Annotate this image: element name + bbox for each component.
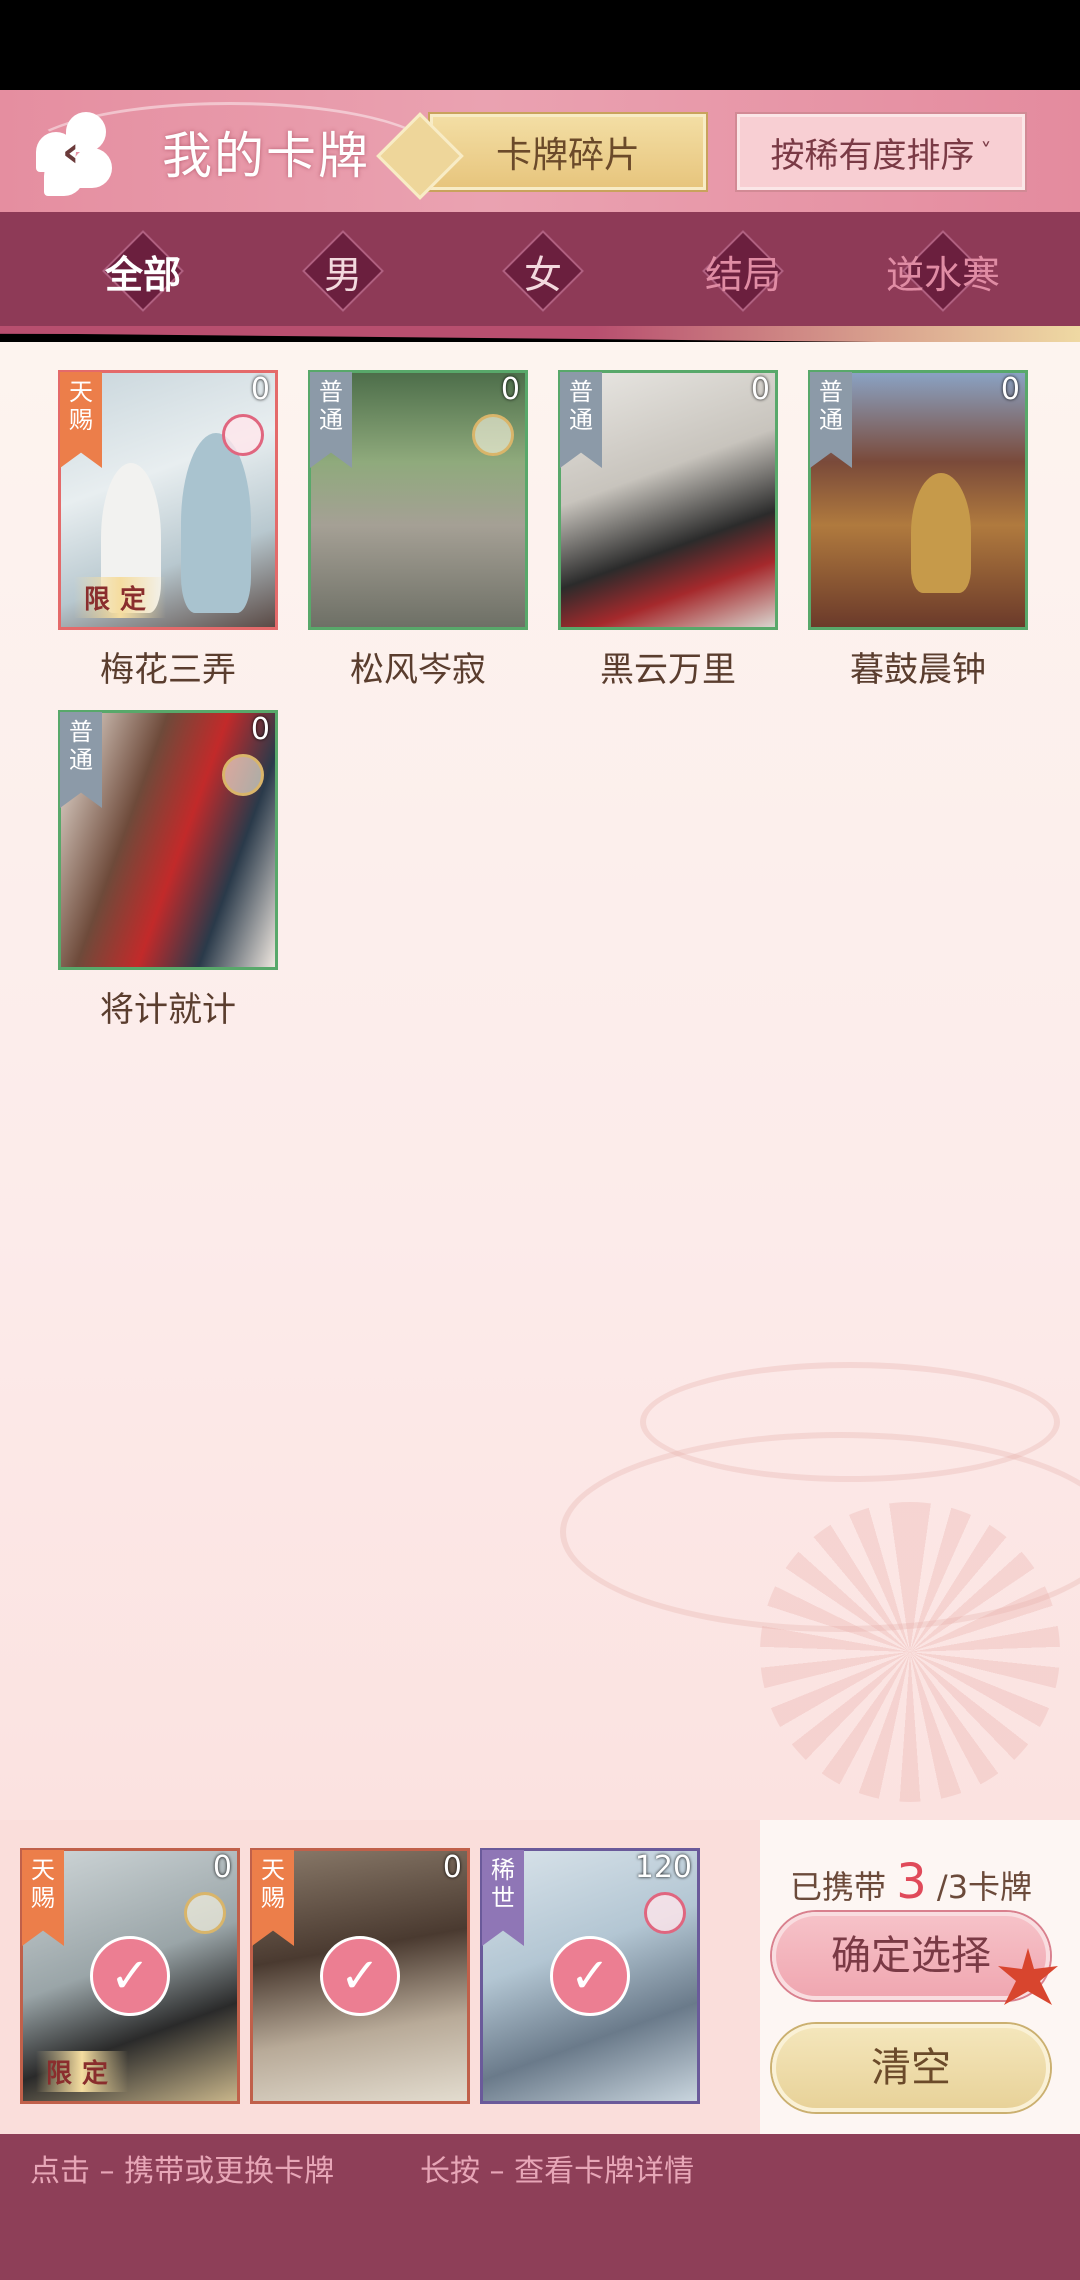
card-songfeng-cenji[interactable]: 普通 0 <box>308 370 528 630</box>
coin-emblem-icon <box>184 1892 226 1934</box>
figure <box>181 433 251 613</box>
filter-tab-male[interactable]: 男 <box>278 229 408 313</box>
chevron-down-icon: ˅ <box>980 139 992 165</box>
filter-tab-nishuihan[interactable]: 逆水寒 <box>878 229 1008 313</box>
card-count: 0 <box>500 372 520 407</box>
back-button[interactable]: ‹ <box>36 112 116 196</box>
card-count: 0 <box>212 1850 232 1885</box>
confirm-button[interactable]: 确定选择 <box>772 1912 1050 2000</box>
footer-hints: 点击 – 携带或更换卡牌 长按 – 查看卡牌详情 <box>0 2134 1080 2280</box>
card-heiyun-wanli[interactable]: 普通 0 <box>558 370 778 630</box>
limited-badge: 限定 <box>36 2051 129 2092</box>
card-count: 0 <box>750 372 770 407</box>
card-fragments-button[interactable]: 卡牌碎片 <box>430 114 706 190</box>
sort-dropdown[interactable]: 按稀有度排序 ˅ <box>737 114 1025 190</box>
card-name: 暮鼓晨钟 <box>850 650 986 690</box>
cloud-swirl-decoration <box>640 1362 1060 1482</box>
card-count: 0 <box>1000 372 1020 407</box>
carried-cards-panel: 天赐 0 ✓ 限定 天赐 0 ✓ 稀世 120 ✓ 已携带 3 /3卡牌 确定选… <box>0 1820 1080 2134</box>
filter-tab-label: 女 <box>523 253 562 297</box>
clear-button[interactable]: 清空 <box>772 2024 1050 2112</box>
card-fragments-label: 卡牌碎片 <box>495 135 640 176</box>
limited-badge: 限定 <box>74 577 167 618</box>
long-press-hint: 长按 – 查看卡牌详情 <box>420 2154 695 2189</box>
filter-tab-label: 逆水寒 <box>885 253 1000 297</box>
card-grid-area: 天赐 0 限定 梅花三弄 普通 0 松风岑寂 普通 0 黑云万里 普通 0 暮鼓… <box>0 342 1080 1822</box>
card-count: 0 <box>250 372 270 407</box>
filter-tab-label: 结局 <box>704 253 781 297</box>
carry-prefix: 已携带 <box>790 1868 887 1906</box>
card-count: 120 <box>634 1850 692 1885</box>
carried-card-2[interactable]: 天赐 0 ✓ <box>250 1848 470 2104</box>
carried-card-1[interactable]: 天赐 0 ✓ 限定 <box>20 1848 240 2104</box>
plum-blossom-icon <box>644 1892 686 1934</box>
carry-current-count: 3 <box>896 1854 927 1910</box>
checkmark-icon: ✓ <box>550 1936 630 2016</box>
plum-blossom-icon <box>222 414 264 456</box>
card-count: 0 <box>442 1850 462 1885</box>
page-title: 我的卡牌 <box>162 127 370 185</box>
back-arrow-icon: ‹ <box>62 127 80 176</box>
filter-tab-all[interactable]: 全部 <box>78 229 208 313</box>
checkmark-icon: ✓ <box>90 1936 170 2016</box>
card-meihua-sannong[interactable]: 天赐 0 限定 <box>58 370 278 630</box>
carry-suffix: /3卡牌 <box>936 1868 1033 1906</box>
card-jiangji-jiuji[interactable]: 普通 0 <box>58 710 278 970</box>
card-name: 黑云万里 <box>600 650 736 690</box>
card-name: 将计就计 <box>100 990 236 1030</box>
card-mugu-chenzhong[interactable]: 普通 0 <box>808 370 1028 630</box>
carry-status: 已携带 3 /3卡牌 <box>790 1854 1032 1910</box>
card-name: 梅花三弄 <box>100 650 236 690</box>
card-count: 0 <box>250 712 270 747</box>
checkmark-icon: ✓ <box>320 1936 400 2016</box>
carried-card-3[interactable]: 稀世 120 ✓ <box>480 1848 700 2104</box>
selection-controls: 已携带 3 /3卡牌 确定选择 清空 <box>760 1820 1080 2134</box>
filter-tab-ending[interactable]: 结局 <box>678 229 808 313</box>
filter-bar: 全部 男 女 结局 逆水寒 <box>0 212 1080 334</box>
sort-label: 按稀有度排序 <box>770 135 975 176</box>
chrysanthemum-decoration <box>760 1502 1060 1802</box>
figure <box>911 473 971 593</box>
filter-tab-female[interactable]: 女 <box>478 229 608 313</box>
header: ‹ 我的卡牌 卡牌碎片 按稀有度排序 ˅ <box>0 90 1080 212</box>
status-bar <box>0 0 1080 90</box>
coin-emblem-icon <box>472 414 514 456</box>
filter-tab-label: 全部 <box>104 252 181 297</box>
card-name: 松风岑寂 <box>350 650 486 690</box>
filter-tab-label: 男 <box>323 253 362 297</box>
coin-emblem-icon <box>222 754 264 796</box>
tap-hint: 点击 – 携带或更换卡牌 <box>30 2154 335 2189</box>
